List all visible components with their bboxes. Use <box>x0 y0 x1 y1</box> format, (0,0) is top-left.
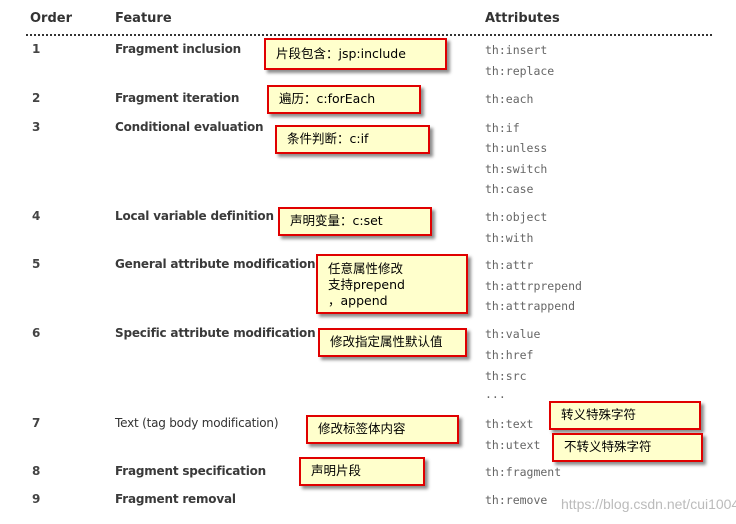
annotation-th-text: 转义特殊字符 <box>549 401 701 430</box>
row-attribute: th:object <box>485 210 548 224</box>
row-attribute: th:case <box>485 182 534 196</box>
row-feature: Conditional evaluation <box>115 120 264 134</box>
row-order: 9 <box>32 492 41 506</box>
row-feature: General attribute modification <box>115 257 316 271</box>
row-attribute: th:with <box>485 231 534 245</box>
row-feature: Fragment iteration <box>115 91 240 105</box>
annotation-fragment-inclusion: 片段包含：jsp:include <box>264 38 447 70</box>
annotation-specific-attribute: 修改指定属性默认值 <box>318 328 467 357</box>
row-attribute: th:src <box>485 369 527 383</box>
annotation-fragment-iteration: 遍历：c:forEach <box>267 85 421 114</box>
row-attribute: th:attrprepend <box>485 279 582 293</box>
row-attribute: th:unless <box>485 141 548 155</box>
row-attribute: th:replace <box>485 64 555 78</box>
row-feature: Local variable definition <box>115 209 274 223</box>
annotation-local-variable: 声明变量：c:set <box>278 207 432 236</box>
header-feature: Feature <box>115 11 172 26</box>
row-feature: Fragment removal <box>115 492 236 506</box>
row-attribute: th:insert <box>485 43 548 57</box>
row-order: 3 <box>32 120 41 134</box>
annotation-text-modification: 修改标签体内容 <box>306 415 459 444</box>
row-order: 6 <box>32 326 41 340</box>
header-divider <box>26 34 712 36</box>
row-order: 4 <box>32 209 41 223</box>
annotation-th-utext: 不转义特殊字符 <box>552 433 703 462</box>
row-order: 7 <box>32 416 41 430</box>
row-attribute: th:href <box>485 348 534 362</box>
row-attribute: th:text <box>485 417 534 431</box>
row-order: 2 <box>32 91 41 105</box>
row-attribute: th:switch <box>485 162 548 176</box>
row-attribute: th:utext <box>485 438 541 452</box>
row-attribute: th:if <box>485 121 520 135</box>
row-attribute: th:attrappend <box>485 299 576 313</box>
watermark: https://blog.csdn.net/cui1004 <box>561 496 736 512</box>
row-attribute: ... <box>485 387 506 401</box>
row-feature: Specific attribute modification <box>115 326 316 340</box>
row-attribute: th:remove <box>485 493 548 507</box>
row-attribute: th:each <box>485 92 534 106</box>
row-order: 8 <box>32 464 41 478</box>
row-feature: Fragment inclusion <box>115 42 242 56</box>
row-feature: Text (tag body modification) <box>115 416 279 430</box>
annotation-fragment-specification: 声明片段 <box>299 457 425 486</box>
row-feature: Fragment specification <box>115 464 267 478</box>
row-order: 1 <box>32 42 41 56</box>
annotation-conditional-evaluation: 条件判断：c:if <box>275 125 430 154</box>
row-attribute: th:attr <box>485 258 534 272</box>
row-attribute: th:value <box>485 327 541 341</box>
annotation-general-attribute: 任意属性修改 支持prepend ，append <box>316 254 468 314</box>
header-attributes: Attributes <box>485 11 560 26</box>
row-attribute: th:fragment <box>485 465 562 479</box>
row-order: 5 <box>32 257 41 271</box>
header-order: Order <box>30 11 72 26</box>
